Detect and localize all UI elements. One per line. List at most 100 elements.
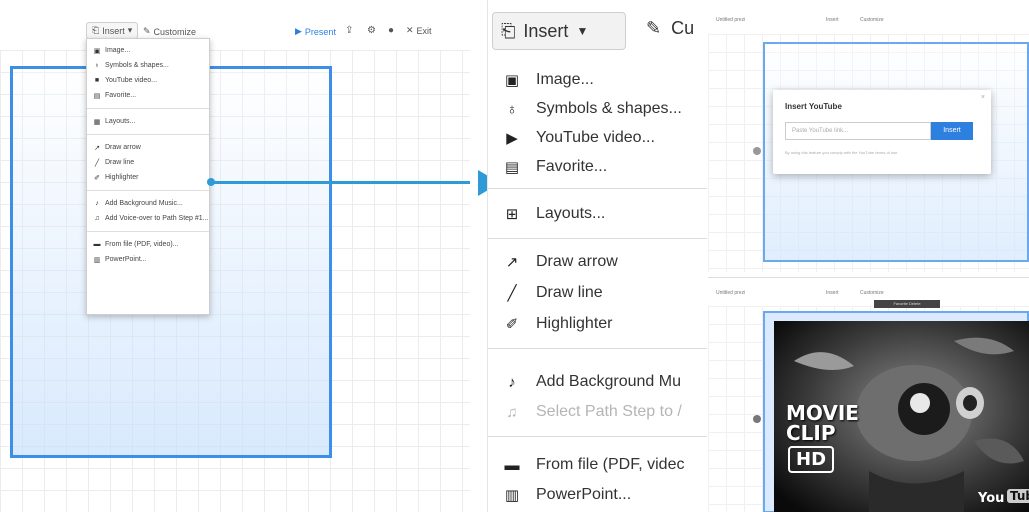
editor-toolbar: ⎗ Insert ▾ ✎ Customize ▶ Present ⇪ ⚙ ● ✕… [0, 0, 470, 50]
video-context-bar[interactable]: Favorite Delete [874, 300, 940, 308]
mini-customize[interactable]: Customize [860, 290, 884, 296]
left-editor-panel: ⎗ Insert ▾ ✎ Customize ▶ Present ⇪ ⚙ ● ✕… [0, 0, 470, 512]
zoomed-menu-item-youtube[interactable]: ▶ YouTube video... [488, 122, 707, 154]
movie-overlay-line1: MOVIE [786, 401, 859, 425]
zoomed-menu-item-powerpoint[interactable]: ▥ PowerPoint... [488, 479, 707, 511]
archive-icon: ▤ [504, 159, 520, 176]
insert-dropdown-menu: ▣ Image... ♁ Symbols & shapes... ■ YouTube … [86, 38, 210, 315]
bulb-icon: ♁ [506, 100, 518, 118]
present-label: Present [304, 26, 336, 37]
zoomed-insert-menu-panel: ⎗ Insert ▼ ✎ Cu ▣ Image... ♁ Symbols & sha… [487, 0, 707, 512]
mini-title: Untitled prezi [716, 290, 746, 296]
insert-icon: ⎗ [501, 20, 516, 41]
youtube-link-input[interactable]: Paste YouTube link... [785, 122, 931, 140]
highlighter-icon: ✐ [505, 316, 519, 333]
video-embed-screenshot: Untitled prezi Insert Customize Favorite… [708, 277, 1029, 512]
arrow-icon: ↗ [94, 144, 100, 152]
frame-handle[interactable] [753, 147, 761, 155]
youtube-video-player[interactable]: MOVIE CLIP HD You Tube [774, 321, 1029, 512]
present-button[interactable]: ▶ Present [295, 26, 336, 37]
customize-label: Customize [153, 26, 197, 37]
bulb-icon: ♁ [94, 62, 100, 69]
menu-item-draw-line[interactable]: ╱ Draw line [87, 155, 209, 170]
video-icon: ▶ [506, 130, 518, 147]
mini-insert[interactable]: Insert [826, 17, 839, 23]
music-icon: ♪ [508, 373, 516, 391]
menu-divider [488, 238, 707, 239]
customize-button[interactable]: ✎ Customize [143, 26, 196, 37]
note-icon: ♫ [94, 215, 100, 222]
zoomed-menu-item-draw-line[interactable]: ╱ Draw line [488, 277, 707, 309]
mini-title: Untitled prezi [716, 17, 746, 23]
menu-item-symbols[interactable]: ♁ Symbols & shapes... [87, 58, 209, 73]
zoomed-menu-item-symbols[interactable]: ♁ Symbols & shapes... [488, 93, 707, 125]
zoomed-menu-item-bg-music[interactable]: ♪ Add Background Mu [488, 366, 707, 398]
menu-divider [488, 348, 707, 349]
zoomed-customize-label: Cu [671, 18, 695, 38]
settings-icon[interactable]: ⚙ [367, 25, 376, 36]
file-icon: ▬ [504, 456, 520, 474]
zoomed-menu-item-draw-arrow[interactable]: ↗ Draw arrow [488, 246, 707, 278]
menu-item-voice-over[interactable]: ♫ Add Voice-over to Path Step #1... [87, 211, 209, 226]
menu-divider [488, 188, 707, 189]
menu-item-from-file[interactable]: ▬ From file (PDF, video)... [87, 237, 209, 252]
callout-arrow-line [212, 181, 470, 184]
music-icon: ♪ [95, 200, 99, 207]
zoomed-insert-button[interactable]: ⎗ Insert ▼ [492, 12, 626, 50]
exit-button[interactable]: ✕ Exit [406, 25, 432, 36]
menu-item-draw-arrow[interactable]: ↗ Draw arrow [87, 140, 209, 155]
menu-divider [87, 108, 209, 109]
zoomed-toolbar: ⎗ Insert ▼ ✎ Cu [488, 0, 707, 60]
video-icon: ■ [94, 77, 100, 84]
layouts-icon: ▦ [93, 118, 101, 126]
layouts-icon: ⊞ [505, 206, 519, 223]
line-icon: ╱ [94, 159, 100, 167]
close-icon[interactable]: × [981, 94, 985, 101]
zoomed-dropdown-menu: ▣ Image... ♁ Symbols & shapes... ▶ YouTube … [488, 60, 707, 512]
powerpoint-icon: ▥ [504, 487, 520, 504]
zoomed-menu-item-highlighter[interactable]: ✐ Highlighter [488, 308, 707, 340]
zoomed-menu-item-layouts[interactable]: ⊞ Layouts... [488, 198, 707, 230]
frame-handle[interactable] [753, 415, 761, 423]
zoomed-customize-button[interactable]: ✎ Cu [646, 18, 694, 39]
menu-item-layouts[interactable]: ▦ Layouts... [87, 114, 209, 129]
zoomed-menu-item-from-file[interactable]: ▬ From file (PDF, videc [488, 449, 707, 481]
note-icon: ♫ [506, 403, 518, 421]
menu-item-powerpoint[interactable]: ▥ PowerPoint... [87, 252, 209, 267]
close-icon: ✕ [406, 25, 414, 35]
exit-label: Exit [416, 25, 432, 36]
menu-item-bg-music[interactable]: ♪ Add Background Music... [87, 196, 209, 211]
brush-icon: ✎ [143, 26, 151, 36]
insert-button[interactable]: Insert [931, 122, 973, 140]
play-icon: ▶ [295, 26, 302, 36]
mini-toolbar: Untitled prezi Insert Customize [708, 278, 1029, 312]
menu-item-image[interactable]: ▣ Image... [87, 43, 209, 58]
menu-divider [87, 231, 209, 232]
chevron-down-icon: ▼ [576, 24, 589, 38]
menu-divider [488, 436, 707, 437]
line-icon: ╱ [507, 285, 517, 302]
powerpoint-icon: ▥ [93, 256, 101, 264]
arrow-icon: ↗ [505, 254, 519, 271]
menu-divider [87, 134, 209, 135]
hd-badge: HD [788, 446, 835, 473]
insert-youtube-dialog: Insert YouTube × Paste YouTube link... I… [773, 90, 991, 174]
help-icon[interactable]: ● [388, 25, 394, 36]
youtube-dialog-screenshot: Untitled prezi Insert Customize Insert Y… [708, 0, 1029, 272]
youtube-logo-tube: Tube [1007, 489, 1029, 503]
youtube-logo-you: You [978, 491, 1005, 506]
menu-item-favorite[interactable]: ▤ Favorite... [87, 88, 209, 103]
menu-item-youtube[interactable]: ■ YouTube video... [87, 73, 209, 88]
insert-menu-button[interactable]: ⎗ Insert ▾ [86, 22, 139, 39]
menu-item-highlighter[interactable]: ✐ Highlighter [87, 170, 209, 185]
file-icon: ▬ [93, 241, 101, 248]
mini-insert[interactable]: Insert [826, 290, 839, 296]
mini-customize[interactable]: Customize [860, 17, 884, 23]
share-icon[interactable]: ⇪ [345, 25, 353, 36]
archive-icon: ▤ [93, 92, 101, 100]
image-icon: ▣ [504, 72, 520, 89]
highlighter-icon: ✐ [94, 174, 100, 182]
zoomed-menu-item-favorite[interactable]: ▤ Favorite... [488, 151, 707, 183]
zoomed-menu-item-image[interactable]: ▣ Image... [488, 64, 707, 96]
insert-icon: ⎗ [92, 25, 100, 35]
